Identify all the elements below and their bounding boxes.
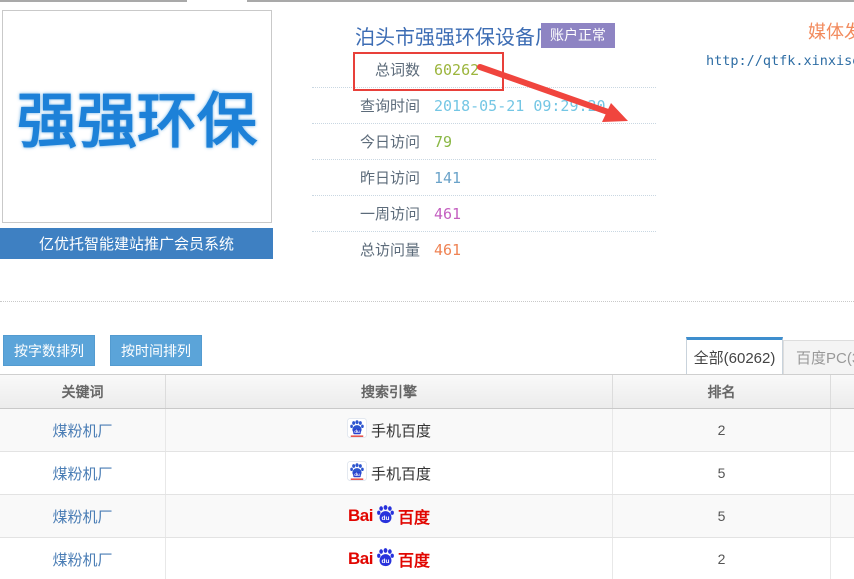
stat-label: 查询时间 bbox=[312, 95, 420, 116]
baidu-wordmark-text: Bai bbox=[348, 549, 373, 569]
rank-value: 5 bbox=[718, 508, 726, 524]
page: 强强环保 亿优托智能建站推广会员系统 泊头市强强环保设备厂 账户正常 总词数60… bbox=[0, 0, 854, 579]
svg-text:du: du bbox=[354, 429, 360, 434]
sort-by-time-button[interactable]: 按时间排列 bbox=[110, 335, 202, 366]
engine-name: 手机百度 bbox=[371, 463, 431, 484]
column-header-rank: 排名 bbox=[613, 375, 831, 408]
stat-row-3: 昨日访问 141 bbox=[312, 160, 656, 196]
engine-cell: du 手机百度 bbox=[347, 418, 431, 442]
section-divider bbox=[0, 301, 854, 302]
engine-cell: du 手机百度 bbox=[347, 461, 431, 485]
engine-name: 百度 bbox=[398, 504, 430, 528]
table-row: 煤粉机厂 du 手机百度 2 bbox=[0, 409, 854, 452]
rank-value: 2 bbox=[718, 551, 726, 567]
tab-all-keywords[interactable]: 全部(60262) bbox=[686, 337, 783, 374]
media-section-title: 媒体发 bbox=[808, 18, 854, 43]
engine-name: 百度 bbox=[398, 547, 430, 571]
engine-name: 手机百度 bbox=[371, 420, 431, 441]
svg-text:du: du bbox=[354, 472, 360, 477]
keyword-link[interactable]: 煤粉机厂 bbox=[52, 549, 112, 570]
top-divider-left bbox=[0, 0, 187, 2]
keyword-link[interactable]: 煤粉机厂 bbox=[52, 463, 112, 484]
stat-value: 461 bbox=[434, 205, 461, 223]
column-header-search-engine: 搜索引擎 bbox=[166, 375, 613, 408]
system-caption-bar: 亿优托智能建站推广会员系统 bbox=[0, 228, 273, 259]
mobile-baidu-icon: du bbox=[347, 418, 367, 442]
baidu-wordmark-text: Bai bbox=[348, 506, 373, 526]
rank-value: 2 bbox=[718, 422, 726, 438]
rank-value: 5 bbox=[718, 465, 726, 481]
column-header-clipped bbox=[831, 375, 854, 408]
stat-value: 141 bbox=[434, 169, 461, 187]
media-site-url[interactable]: http://qtfk.xinxisea. bbox=[706, 53, 854, 73]
stat-value: 461 bbox=[434, 241, 461, 259]
stat-row-4: 一周访问 461 bbox=[312, 196, 656, 232]
annotation-arrow-icon bbox=[470, 58, 640, 130]
column-header-keyword: 关键词 bbox=[0, 375, 166, 408]
mobile-baidu-icon: du bbox=[347, 461, 367, 485]
company-logo-text: 强强环保 bbox=[17, 73, 257, 160]
stat-label: 一周访问 bbox=[312, 203, 420, 224]
stat-row-5: 总访问量 461 bbox=[312, 232, 656, 267]
tab-baidu-pc[interactable]: 百度PC(30 bbox=[783, 340, 854, 374]
page-title: 泊头市强强环保设备厂 bbox=[355, 21, 555, 50]
table-row: 煤粉机厂 Bai du 百度 5 bbox=[0, 495, 854, 538]
keyword-table-body: 煤粉机厂 du 手机百度 2 煤粉机厂 du 手机百度 5 煤粉机厂 Bai du 百度 5 煤粉机厂 Ba… bbox=[0, 409, 854, 579]
stat-value: 79 bbox=[434, 133, 452, 151]
engine-cell: Bai du 百度 bbox=[348, 547, 430, 572]
stat-label: 昨日访问 bbox=[312, 167, 420, 188]
engine-cell: Bai du 百度 bbox=[348, 504, 430, 529]
table-row: 煤粉机厂 du 手机百度 5 bbox=[0, 452, 854, 495]
baidu-paw-icon: du bbox=[375, 504, 396, 529]
baidu-paw-icon: du bbox=[375, 547, 396, 572]
keyword-link[interactable]: 煤粉机厂 bbox=[52, 506, 112, 527]
keyword-link[interactable]: 煤粉机厂 bbox=[52, 420, 112, 441]
svg-text:du: du bbox=[381, 558, 389, 565]
table-row: 煤粉机厂 Bai du 百度 2 bbox=[0, 538, 854, 579]
badge-chevron-icon bbox=[602, 23, 614, 53]
system-caption-text: 亿优托智能建站推广会员系统 bbox=[39, 233, 234, 254]
sort-by-wordcount-button[interactable]: 按字数排列 bbox=[3, 335, 95, 366]
top-divider-right bbox=[247, 0, 854, 2]
company-logo: 强强环保 bbox=[2, 10, 272, 223]
stat-label: 总访问量 bbox=[312, 239, 420, 260]
keyword-table: 关键词 搜索引擎 排名 煤粉机厂 du 手机百度 2 煤粉机厂 du 手机百度 5 煤粉机厂 Ba… bbox=[0, 374, 854, 579]
stat-label: 今日访问 bbox=[312, 131, 420, 152]
keyword-table-header: 关键词 搜索引擎 排名 bbox=[0, 375, 854, 409]
svg-text:du: du bbox=[381, 515, 389, 522]
